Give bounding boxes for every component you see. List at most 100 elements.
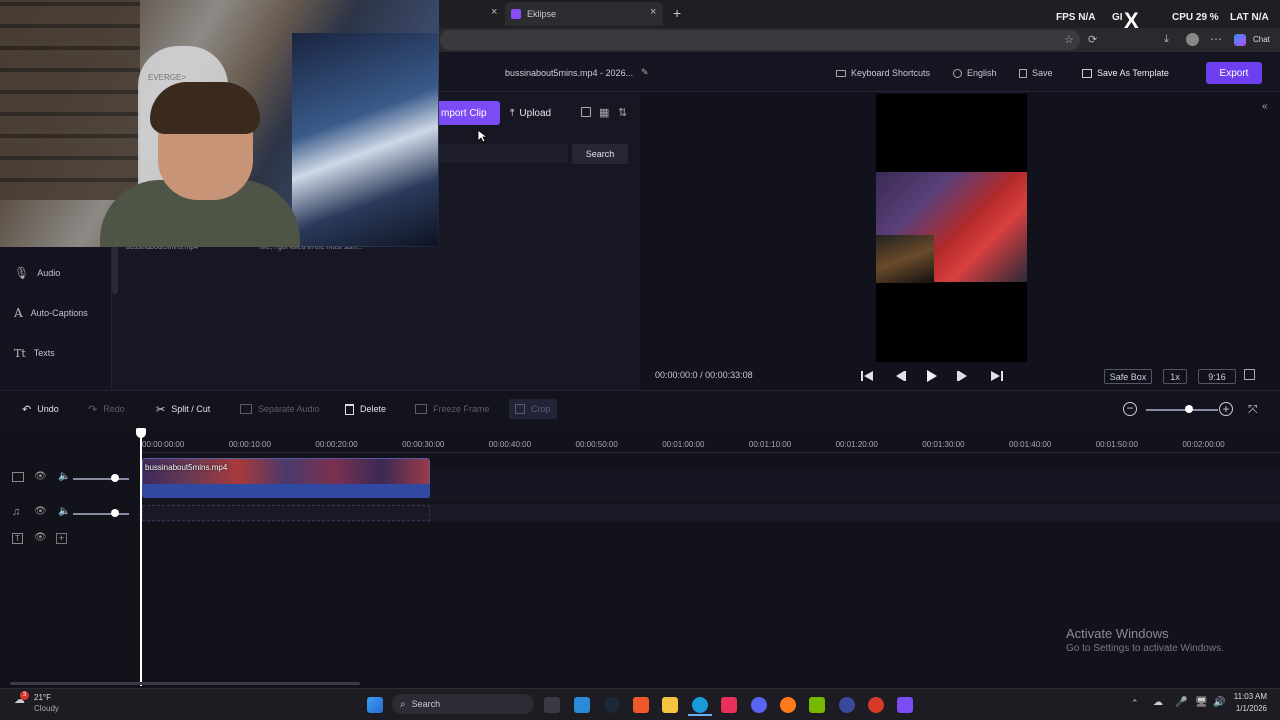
gpu-label: GI bbox=[1112, 12, 1123, 23]
undo-button[interactable]: ↶ Undo bbox=[22, 401, 59, 417]
select-checkbox-icon[interactable] bbox=[581, 107, 591, 117]
star-icon[interactable]: ☆ bbox=[1064, 33, 1074, 46]
save-as-template-button[interactable]: Save As Template bbox=[1082, 64, 1169, 82]
chat-label[interactable]: Chat bbox=[1253, 35, 1270, 44]
tray-mic-icon[interactable]: 🎤 bbox=[1175, 697, 1187, 708]
undo-label: Undo bbox=[37, 404, 59, 414]
capcut-icon[interactable] bbox=[721, 697, 737, 713]
volume-icon[interactable]: 🔈 bbox=[58, 471, 70, 482]
playhead[interactable] bbox=[140, 428, 142, 686]
zoom-slider-track[interactable] bbox=[1146, 409, 1218, 411]
fullscreen-icon[interactable] bbox=[1244, 369, 1255, 380]
visibility-eye-icon[interactable]: 👁 bbox=[34, 532, 47, 543]
tray-volume-icon[interactable]: 🔊 bbox=[1213, 697, 1225, 708]
brave-icon[interactable] bbox=[633, 697, 649, 713]
weather-temp[interactable]: 21°F bbox=[34, 693, 51, 702]
separate-audio-button[interactable]: Separate Audio bbox=[240, 401, 320, 417]
video-volume-knob[interactable] bbox=[111, 474, 119, 482]
split-cut-button[interactable]: ✂ Split / Cut bbox=[156, 401, 210, 417]
keyboard-shortcuts-button[interactable]: Keyboard Shortcuts bbox=[836, 64, 930, 82]
play-button[interactable] bbox=[921, 367, 941, 385]
tray-chevron-icon[interactable]: ⌃ bbox=[1131, 698, 1139, 709]
file-explorer-icon[interactable] bbox=[662, 697, 678, 713]
extensions-icon[interactable]: ⟳ bbox=[1088, 33, 1097, 46]
fit-timeline-icon[interactable]: ⤧ bbox=[1248, 402, 1258, 417]
clock-date[interactable]: 1/1/2026 bbox=[1233, 704, 1267, 713]
skip-to-start-button[interactable] bbox=[857, 367, 877, 385]
video-volume-slider[interactable] bbox=[73, 478, 129, 480]
delete-button[interactable]: Delete bbox=[345, 401, 386, 417]
steam-icon[interactable] bbox=[604, 697, 620, 713]
tab-eklipse[interactable]: Eklipse × bbox=[505, 2, 663, 26]
task-view-icon[interactable] bbox=[544, 697, 560, 713]
audio-drop-zone[interactable] bbox=[142, 505, 430, 521]
notepad-icon[interactable] bbox=[574, 697, 590, 713]
speed-button[interactable]: 1x bbox=[1163, 369, 1187, 384]
media-search-input[interactable] bbox=[438, 144, 568, 163]
edit-pencil-icon[interactable]: ✎ bbox=[641, 67, 649, 78]
current-time: 00:00:00:0 bbox=[655, 370, 698, 380]
visibility-eye-icon[interactable]: 👁 bbox=[34, 506, 47, 517]
obs-icon[interactable] bbox=[839, 697, 855, 713]
activate-windows-subtitle: Go to Settings to activate Windows. bbox=[1066, 643, 1224, 654]
close-icon[interactable]: × bbox=[491, 6, 497, 18]
redo-label: Redo bbox=[103, 404, 125, 414]
address-bar[interactable] bbox=[440, 30, 1080, 50]
split-cut-label: Split / Cut bbox=[171, 404, 211, 414]
playhead-handle[interactable] bbox=[136, 428, 146, 438]
export-button[interactable]: Export bbox=[1206, 62, 1262, 84]
download-icon[interactable]: ⤓ bbox=[1164, 33, 1169, 46]
new-tab-icon[interactable]: + bbox=[673, 5, 681, 21]
project-title[interactable]: bussinabout5mins.mp4 - 2026... bbox=[505, 68, 633, 78]
grid-view-icon[interactable]: ▦ bbox=[599, 106, 609, 119]
audio-volume-knob[interactable] bbox=[111, 509, 119, 517]
taskbar-search[interactable]: ⌕ Search bbox=[392, 694, 534, 714]
app-red-icon[interactable] bbox=[868, 697, 884, 713]
safe-box-button[interactable]: Safe Box bbox=[1104, 369, 1152, 384]
skip-to-end-button[interactable] bbox=[987, 367, 1007, 385]
discord-icon[interactable] bbox=[751, 697, 767, 713]
redo-button[interactable]: ↷ Redo bbox=[88, 401, 125, 417]
language-button[interactable]: English bbox=[953, 64, 997, 82]
upload-button[interactable]: ⤒ Upload bbox=[510, 103, 568, 123]
eklipse-app-icon[interactable] bbox=[897, 697, 913, 713]
fps-label: FPS bbox=[1056, 12, 1076, 23]
profile-avatar[interactable] bbox=[1186, 33, 1199, 46]
audio-volume-slider[interactable] bbox=[73, 513, 129, 515]
tray-cloud-icon[interactable]: ☁ bbox=[1153, 697, 1163, 708]
visibility-eye-icon[interactable]: 👁 bbox=[34, 471, 47, 482]
tray-network-icon[interactable]: 🖥 bbox=[1195, 697, 1208, 708]
more-menu-icon[interactable]: ⋯ bbox=[1210, 32, 1222, 46]
nvidia-icon[interactable] bbox=[809, 697, 825, 713]
media-scrollbar[interactable] bbox=[112, 246, 118, 294]
zoom-out-icon[interactable]: − bbox=[1123, 402, 1137, 416]
volume-icon[interactable]: 🔈 bbox=[58, 506, 70, 517]
close-icon[interactable]: × bbox=[650, 6, 656, 18]
firefox-icon[interactable] bbox=[780, 697, 796, 713]
freeze-frame-button[interactable]: Freeze Frame bbox=[415, 401, 490, 417]
save-button[interactable]: Save bbox=[1019, 64, 1053, 82]
search-button[interactable]: Search bbox=[572, 144, 628, 164]
sort-icon[interactable]: ⇅ bbox=[618, 106, 627, 119]
aspect-ratio-button[interactable]: 9:16 bbox=[1198, 369, 1236, 384]
skip-start-icon bbox=[861, 371, 873, 381]
sidebar-item-texts[interactable]: Tt Texts bbox=[14, 343, 55, 363]
collapse-icon[interactable]: « bbox=[1262, 101, 1268, 112]
ruler-tick-label: 00:00:00:00 bbox=[142, 440, 185, 449]
windows-start-icon[interactable] bbox=[367, 697, 383, 713]
copilot-icon[interactable] bbox=[1234, 34, 1246, 46]
edge-icon[interactable] bbox=[692, 697, 708, 713]
clock-time[interactable]: 11:03 AM bbox=[1233, 692, 1267, 701]
step-back-button[interactable] bbox=[890, 367, 910, 385]
sidebar-item-audio[interactable]: 🎙 Audio bbox=[14, 263, 60, 283]
video-track-icon bbox=[12, 472, 24, 482]
crop-button[interactable]: Crop bbox=[509, 399, 557, 419]
import-clip-button[interactable]: mport Clip bbox=[438, 101, 500, 125]
add-track-icon[interactable]: + bbox=[56, 533, 67, 544]
sidebar-item-auto-captions[interactable]: A Auto-Captions bbox=[14, 303, 88, 323]
activate-windows-title: Activate Windows bbox=[1066, 626, 1169, 641]
zoom-in-icon[interactable]: + bbox=[1219, 402, 1233, 416]
inactive-tab[interactable]: × bbox=[445, 2, 505, 26]
step-forward-button[interactable] bbox=[953, 367, 973, 385]
timeline-scrollbar[interactable] bbox=[10, 682, 360, 685]
